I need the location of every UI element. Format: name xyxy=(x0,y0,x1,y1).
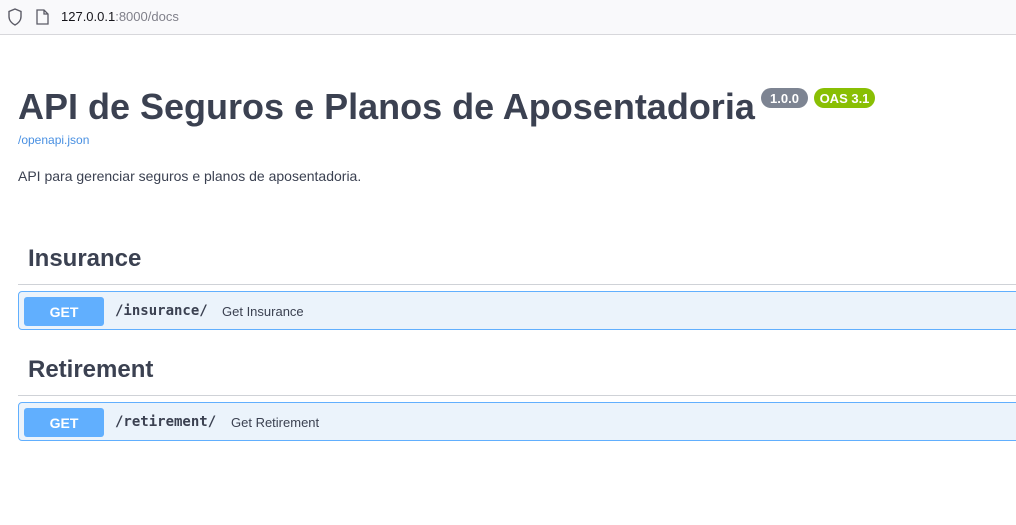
section-divider xyxy=(18,395,1016,396)
shield-icon[interactable] xyxy=(7,8,23,26)
url-rest: :8000/docs xyxy=(115,9,179,24)
api-title: API de Seguros e Planos de Aposentadoria xyxy=(18,86,755,127)
page-icon xyxy=(36,9,49,25)
openapi-json-link[interactable]: /openapi.json xyxy=(18,133,89,147)
api-description: API para gerenciar seguros e planos de a… xyxy=(18,168,362,184)
url-text[interactable]: 127.0.0.1:8000/docs xyxy=(61,9,179,24)
url-host: 127.0.0.1 xyxy=(61,9,116,24)
browser-url-bar[interactable]: 127.0.0.1:8000/docs xyxy=(0,0,1016,35)
version-badge: 1.0.0 xyxy=(761,88,808,108)
oas-badge: OAS 3.1 xyxy=(814,88,875,108)
operation-path[interactable]: /retirement/ xyxy=(115,414,216,430)
operation-get-retirement[interactable]: GET /retirement/ Get Retirement xyxy=(18,402,1016,441)
operation-get-insurance[interactable]: GET /insurance/ Get Insurance xyxy=(18,291,1016,330)
operation-path[interactable]: /insurance/ xyxy=(115,303,208,319)
method-get-badge[interactable]: GET xyxy=(24,408,104,437)
operation-summary: Get Insurance xyxy=(222,304,304,319)
section-title-retirement[interactable]: Retirement xyxy=(28,355,153,385)
section-title-insurance[interactable]: Insurance xyxy=(28,244,141,274)
operation-summary: Get Retirement xyxy=(231,415,320,430)
method-get-badge[interactable]: GET xyxy=(24,297,104,326)
section-divider xyxy=(18,284,1016,285)
